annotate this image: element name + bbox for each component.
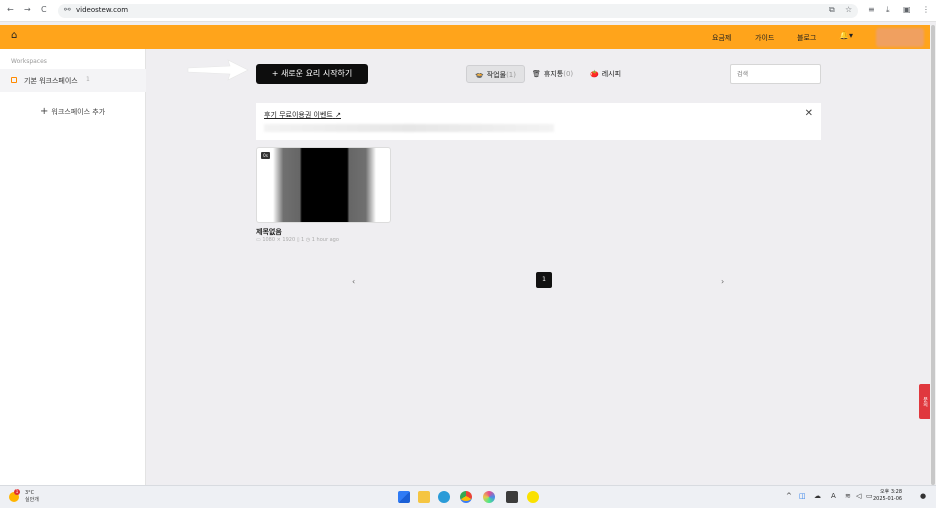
tab-count: (0) [563,70,574,78]
project-card[interactable]: 0s [256,147,391,223]
workspace-sidebar: Workspaces 기본 워크스페이스 1 + 워크스페이스 추가 [0,49,146,485]
event-link-text: 후기 무료이용권 이벤트 [264,111,333,119]
cloud-icon[interactable]: ☁ [814,492,821,500]
app-header: ⌂ 요금제 가이드 블로그 🔔▾ [0,25,930,49]
nav-guide[interactable]: 가이드 [755,33,774,43]
forward-icon[interactable]: → [24,5,31,14]
system-clock[interactable]: 오후 3:28 2025-01-06 [873,489,902,503]
workspaces-heading: Workspaces [11,58,47,65]
weather-alert-badge: 1 [14,489,20,495]
tab-label: 레시피 [601,70,622,78]
app-icon[interactable] [506,491,518,503]
home-icon[interactable]: ⌂ [11,30,17,41]
file-explorer-icon[interactable] [418,491,430,503]
project-title[interactable]: 제목없음 [256,227,282,237]
windows-start-icon[interactable] [398,491,410,503]
external-link-icon: ↗ [335,111,341,119]
wifi-icon[interactable]: ≋ [845,492,851,500]
ime-language-icon[interactable]: A [831,492,836,500]
workspace-label: 기본 워크스페이스 [24,77,78,85]
scrollbar[interactable] [930,25,936,485]
add-workspace-label: 워크스페이스 추가 [51,108,106,116]
browser-toolbar: ← → C ⚯ videostew.com ⧉ ☆ ≡ ⤓ ▣ ⋮ [0,0,936,22]
plus-icon: + [40,106,49,117]
tab-count: (1) [506,71,516,79]
next-page-button[interactable]: › [721,277,724,286]
tab-projects[interactable]: 🍲 작업물(1) [466,65,525,83]
avatar[interactable] [876,28,924,47]
new-project-button[interactable]: + 새로운 요리 시작하기 [256,64,368,84]
clock-date: 2025-01-06 [873,496,903,502]
scrollbar-thumb[interactable] [931,25,935,485]
download-icon[interactable]: ⤓ [886,5,890,15]
sidebar-item-default-workspace[interactable]: 기본 워크스페이스 1 [0,69,146,92]
nav-pricing[interactable]: 요금제 [712,33,731,43]
page-1-button[interactable]: 1 [536,272,552,288]
tomato-icon: 🍅 [590,70,599,78]
kakaotalk-icon[interactable] [527,491,539,503]
playlist-icon[interactable]: ≡ [868,5,875,14]
install-icon[interactable]: ⧉ [829,5,835,15]
clock-time: 오후 3:28 [880,489,903,495]
notice-blurred-text [264,124,554,132]
add-workspace-button[interactable]: + 워크스페이스 추가 [40,106,105,117]
weather-desc: 실안개 [25,497,39,503]
tab-trash[interactable]: 🗑 휴지통(0) [532,65,573,83]
url-text[interactable]: videostew.com [76,6,128,14]
search-input[interactable] [730,64,821,84]
menu-icon[interactable]: ⋮ [922,5,930,14]
windows-taskbar: 1 3°C 실안개 ^ ◫ ☁ A ≋ ◁ ▭ 오후 3:28 2025-01-06… [0,485,936,508]
pot-icon: 🍲 [475,71,484,79]
reload-icon[interactable]: C [41,5,47,14]
tab-label: 휴지통 [543,70,564,78]
weather-temp: 3°C [25,490,35,496]
workspace-count: 1 [86,76,90,83]
nav-blog[interactable]: 블로그 [797,33,816,43]
extension-icon[interactable]: ▣ [903,5,911,14]
tray-app-icon[interactable]: ◫ [799,492,806,500]
prev-page-button[interactable]: ‹ [352,277,355,286]
tab-label: 작업물 [486,71,507,79]
workspace-icon [11,77,17,83]
event-link[interactable]: 후기 무료이용권 이벤트 ↗ [264,110,341,120]
notification-bell-icon[interactable]: ● [920,492,926,500]
copilot-icon[interactable] [483,491,495,503]
chrome-icon[interactable] [460,491,472,503]
weather-text: 3°C 실안개 [25,490,39,504]
back-icon[interactable]: ← [7,5,14,14]
project-meta: ▭ 1080 × 1920 ▯ 1 ◷ 1 hour ago [256,237,339,243]
tray-chevron-icon[interactable]: ^ [786,492,792,500]
trash-icon: 🗑 [532,70,541,78]
inquiry-tab[interactable]: 문의 [919,384,930,419]
notice-banner: 후기 무료이용권 이벤트 ↗ ✕ [256,103,821,140]
duration-badge: 0s [261,152,270,159]
bell-icon[interactable]: 🔔▾ [839,31,853,40]
project-thumbnail [273,148,376,222]
close-icon[interactable]: ✕ [805,108,813,119]
edge-icon[interactable] [438,491,450,503]
bell-glyph: 🔔 [839,31,849,40]
chevron-down-icon: ▾ [848,31,853,40]
arrow-hint-icon [187,59,249,81]
bookmark-star-icon[interactable]: ☆ [845,5,852,14]
volume-icon[interactable]: ◁ [856,492,861,500]
site-settings-icon[interactable]: ⚯ [64,5,71,14]
address-bar[interactable]: ⚯ videostew.com [58,4,858,18]
tab-recipes[interactable]: 🍅 레시피 [590,65,621,83]
battery-icon[interactable]: ▭ [866,492,873,500]
